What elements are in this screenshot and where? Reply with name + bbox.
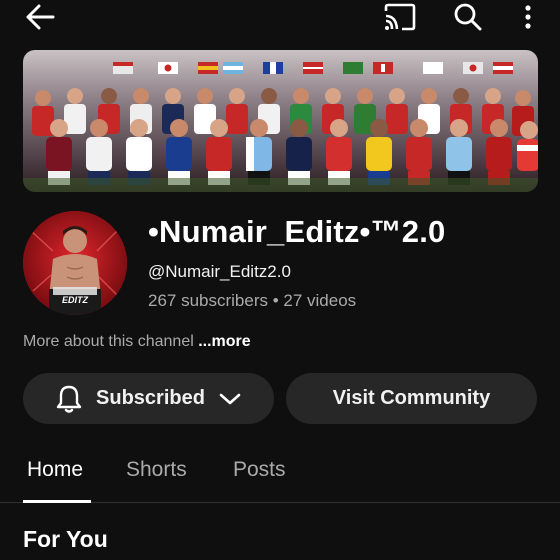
search-icon[interactable] (450, 0, 486, 34)
bell-icon (56, 384, 82, 414)
channel-name: •Numair_Editz•™2.0 (148, 214, 446, 249)
channel-about[interactable]: More about this channel ...more (23, 333, 251, 351)
subscribed-button[interactable]: Subscribed (23, 373, 274, 424)
channel-tabs: Home Shorts Posts (0, 445, 560, 503)
visit-community-button[interactable]: Visit Community (286, 373, 537, 424)
about-more-link[interactable]: ...more (198, 333, 250, 350)
channel-banner (23, 50, 538, 192)
channel-avatar[interactable]: EDITZ (23, 211, 127, 315)
about-text: More about this channel (23, 333, 199, 350)
active-tab-indicator (23, 500, 91, 503)
visit-community-label: Visit Community (332, 387, 491, 409)
section-title: For You (23, 526, 108, 552)
top-app-bar (0, 0, 560, 36)
tab-shorts[interactable]: Shorts (126, 458, 187, 482)
football-players-banner-image (23, 50, 538, 192)
subscribed-label: Subscribed (96, 387, 205, 409)
more-vert-icon[interactable] (514, 0, 542, 34)
channel-stats: 267 subscribers • 27 videos (148, 291, 357, 310)
avatar-text: EDITZ (62, 295, 89, 305)
tab-posts[interactable]: Posts (233, 458, 286, 482)
back-arrow-icon[interactable] (22, 0, 58, 34)
cast-icon[interactable] (380, 0, 420, 34)
channel-handle: @Numair_Editz2.0 (148, 262, 291, 281)
chevron-down-icon (219, 392, 241, 406)
tab-home[interactable]: Home (27, 458, 83, 482)
